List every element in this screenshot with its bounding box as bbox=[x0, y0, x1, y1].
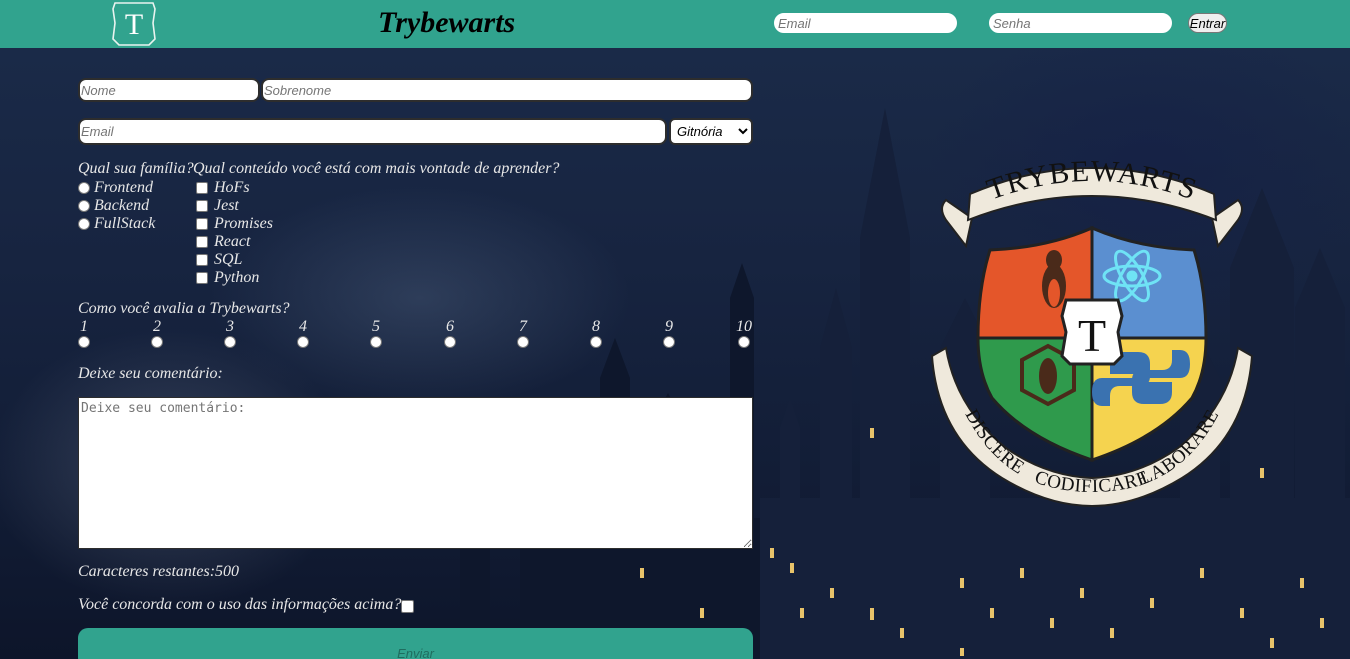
rating-option-7[interactable]: 7 bbox=[513, 318, 533, 348]
lastname-input[interactable] bbox=[261, 78, 753, 102]
shield-icon: T bbox=[112, 2, 156, 46]
content-option-sql[interactable]: SQL bbox=[196, 251, 242, 269]
rating-option-2[interactable]: 2 bbox=[147, 318, 167, 348]
char-counter-value: 500 bbox=[215, 563, 240, 580]
radio-icon[interactable] bbox=[663, 336, 675, 348]
rating-number: 4 bbox=[299, 318, 307, 335]
family-option-label: Backend bbox=[94, 197, 150, 214]
radio-icon[interactable] bbox=[738, 336, 750, 348]
logo-letter: T bbox=[125, 8, 143, 41]
family-option-frontend[interactable]: Frontend bbox=[78, 179, 153, 197]
content-option-promises[interactable]: Promises bbox=[196, 215, 273, 233]
checkbox-icon[interactable] bbox=[196, 254, 208, 266]
radio-icon[interactable] bbox=[444, 336, 456, 348]
rating-number: 7 bbox=[519, 318, 527, 335]
name-input[interactable] bbox=[78, 78, 260, 102]
page-title: Trybewarts bbox=[378, 6, 516, 39]
trybewarts-crest: TRYBEWARTS T DISCERE CODIFICARE LABORARE bbox=[926, 148, 1258, 510]
comment-textarea[interactable] bbox=[78, 397, 753, 549]
content-option-label: Jest bbox=[214, 197, 239, 214]
rating-option-1[interactable]: 1 bbox=[74, 318, 94, 348]
radio-icon[interactable] bbox=[78, 336, 90, 348]
crest-emblem: TRYBEWARTS T DISCERE CODIFICARE LABORARE bbox=[930, 155, 1254, 508]
radio-icon[interactable] bbox=[224, 336, 236, 348]
radio-icon[interactable] bbox=[78, 218, 90, 230]
checkbox-icon[interactable] bbox=[196, 182, 208, 194]
login-email-input[interactable] bbox=[774, 13, 957, 33]
family-option-fullstack[interactable]: FullStack bbox=[78, 215, 155, 233]
rating-number: 9 bbox=[665, 318, 673, 335]
submit-button[interactable]: Enviar bbox=[78, 628, 753, 659]
login-password-input[interactable] bbox=[989, 13, 1172, 33]
rating-option-9[interactable]: 9 bbox=[659, 318, 679, 348]
rating-number: 10 bbox=[736, 318, 752, 335]
radio-icon[interactable] bbox=[590, 336, 602, 348]
rating-number: 2 bbox=[153, 318, 161, 335]
content-option-react[interactable]: React bbox=[196, 233, 250, 251]
radio-icon[interactable] bbox=[517, 336, 529, 348]
rating-number: 1 bbox=[80, 318, 88, 335]
crest-banner-text: TRYBEWARTS bbox=[983, 155, 1202, 207]
login-button[interactable]: Entrar bbox=[1188, 13, 1227, 33]
checkbox-icon[interactable] bbox=[196, 200, 208, 212]
content-option-hofs[interactable]: HoFs bbox=[196, 179, 250, 197]
content-option-python[interactable]: Python bbox=[196, 269, 259, 287]
agreement-checkbox[interactable] bbox=[401, 600, 414, 613]
rating-option-10[interactable]: 10 bbox=[734, 318, 754, 348]
char-counter-label: Caracteres restantes: bbox=[78, 563, 216, 580]
banner-right-tail bbox=[1210, 198, 1243, 249]
content-option-label: Promises bbox=[214, 215, 273, 232]
family-option-label: Frontend bbox=[94, 179, 153, 196]
comment-label: Deixe seu comentário: bbox=[78, 365, 223, 382]
radio-icon[interactable] bbox=[370, 336, 382, 348]
house-select[interactable]: Gitnória bbox=[669, 118, 753, 145]
content-option-jest[interactable]: Jest bbox=[196, 197, 239, 215]
checkbox-icon[interactable] bbox=[196, 236, 208, 248]
center-badge-letter: T bbox=[1078, 310, 1106, 361]
rating-option-4[interactable]: 4 bbox=[293, 318, 313, 348]
rating-label: Como você avalia a Trybewarts? bbox=[78, 300, 290, 317]
char-counter: Caracteres restantes:500 bbox=[78, 563, 239, 581]
content-option-label: React bbox=[214, 233, 251, 250]
rating-number: 5 bbox=[372, 318, 380, 335]
rating-option-6[interactable]: 6 bbox=[440, 318, 460, 348]
rating-number: 3 bbox=[226, 318, 234, 335]
rating-option-8[interactable]: 8 bbox=[586, 318, 606, 348]
checkbox-icon[interactable] bbox=[196, 218, 208, 230]
email-input[interactable] bbox=[78, 118, 667, 145]
family-option-backend[interactable]: Backend bbox=[78, 197, 149, 215]
family-label: Qual sua família? bbox=[78, 160, 194, 177]
content-label: Qual conteúdo você está com mais vontade… bbox=[193, 160, 560, 177]
content-option-label: SQL bbox=[214, 251, 243, 268]
rating-number: 8 bbox=[592, 318, 600, 335]
rating-option-3[interactable]: 3 bbox=[220, 318, 240, 348]
radio-icon[interactable] bbox=[297, 336, 309, 348]
trybewarts-logo: T bbox=[111, 1, 157, 47]
agreement-label: Você concorda com o uso das informações … bbox=[78, 596, 402, 613]
top-header: T Trybewarts Entrar bbox=[0, 0, 1350, 48]
family-option-label: FullStack bbox=[94, 215, 156, 232]
content-option-label: Python bbox=[214, 269, 260, 286]
radio-icon[interactable] bbox=[151, 336, 163, 348]
radio-icon[interactable] bbox=[78, 182, 90, 194]
rating-number: 6 bbox=[446, 318, 454, 335]
banner-left-tail bbox=[941, 198, 974, 249]
radio-icon[interactable] bbox=[78, 200, 90, 212]
rating-option-5[interactable]: 5 bbox=[366, 318, 386, 348]
checkbox-icon[interactable] bbox=[196, 272, 208, 284]
content-option-label: HoFs bbox=[214, 179, 250, 196]
